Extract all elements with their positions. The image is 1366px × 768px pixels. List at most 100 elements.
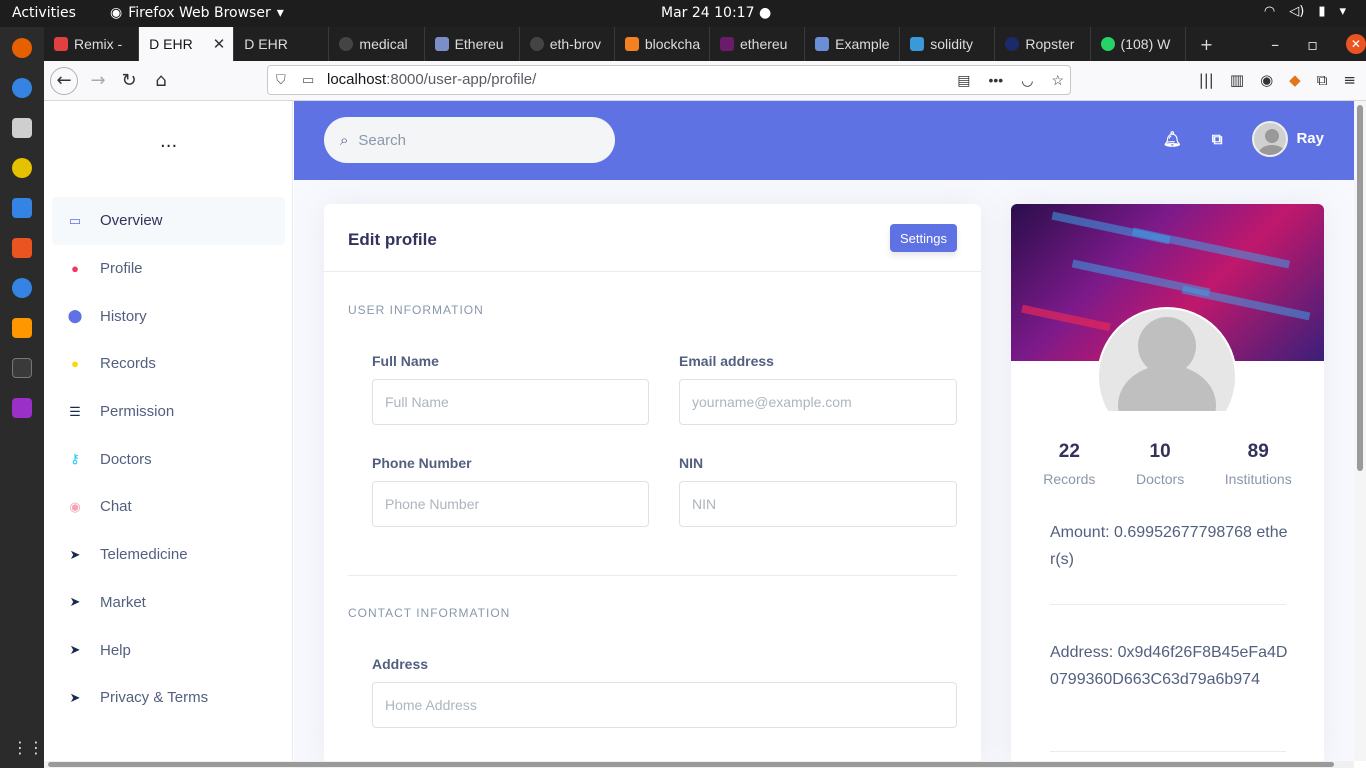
sidebar-item-market[interactable]: ➤ Market xyxy=(52,579,285,627)
thunderbird-icon[interactable] xyxy=(12,78,32,98)
bookmark-star-icon[interactable]: ☆ xyxy=(1051,66,1064,94)
phone-label: Phone Number xyxy=(372,455,472,471)
browser-tab[interactable]: Ropster xyxy=(995,27,1091,61)
app-menu[interactable]: ◉ Firefox Web Browser ▾ xyxy=(110,5,284,21)
scrollbar-thumb[interactable] xyxy=(48,762,1334,767)
dock: ⋮⋮ xyxy=(0,27,44,768)
sidebar-item-overview[interactable]: ▭ Overview xyxy=(52,197,285,245)
browser-tab[interactable]: eth-brov xyxy=(520,27,615,61)
back-arrow-icon[interactable]: ← xyxy=(50,67,78,95)
wallet-amount: Amount: 0.69952677798768 ether(s) xyxy=(1050,524,1288,568)
system-tray[interactable]: ◠ ◁) ▮ ▾ xyxy=(1264,4,1346,19)
new-tab-icon[interactable]: + xyxy=(1200,35,1213,54)
wallet-address: Address: 0x9d46f26F8B45eFa4D0799360D663C… xyxy=(1050,644,1288,688)
vertical-scrollbar[interactable] xyxy=(1354,101,1366,761)
search-input[interactable]: Search xyxy=(358,132,406,149)
sidebar-nav: ▭ Overview ● Profile ⬤ History ● Records ☰ Pe… xyxy=(52,197,285,722)
system-top-bar: Activities ◉ Firefox Web Browser ▾ Mar 2… xyxy=(0,0,1366,27)
writer-icon[interactable] xyxy=(12,198,32,218)
rhythmbox-icon[interactable] xyxy=(12,158,32,178)
extensions-icon[interactable]: ⧉ xyxy=(1317,71,1328,89)
reload-icon[interactable]: ↻ xyxy=(115,67,143,95)
search-icon: ⌕ xyxy=(340,131,349,149)
sidebar: ... ▭ Overview ● Profile ⬤ History ● Records… xyxy=(44,101,293,761)
user-name: Ray xyxy=(1296,129,1324,147)
horizontal-scrollbar[interactable] xyxy=(44,761,1354,768)
settings-button[interactable]: Settings xyxy=(890,224,957,252)
header-actions: 🔔︎ ⧉ Ray xyxy=(1163,121,1324,157)
account-icon[interactable]: ◉ xyxy=(1260,71,1273,89)
sublime-icon[interactable] xyxy=(12,318,32,338)
sidebar-item-records[interactable]: ● Records xyxy=(52,340,285,388)
send-icon: ➤ xyxy=(69,594,81,610)
browser-tab[interactable]: (108) W xyxy=(1091,27,1186,61)
email-label: Email address xyxy=(679,353,774,369)
chevron-down-icon: ▾ xyxy=(1339,4,1346,19)
tab-favicon-icon xyxy=(815,37,830,51)
bell-icon[interactable]: 🔔︎ xyxy=(1163,130,1182,148)
moon-icon xyxy=(1005,37,1020,51)
send-icon: ➤ xyxy=(69,546,81,562)
metamask-icon[interactable]: ◆ xyxy=(1289,71,1301,89)
browser-tab[interactable]: solidity xyxy=(900,27,996,61)
menu-icon[interactable]: ≡ xyxy=(1343,71,1356,89)
terminal-icon[interactable] xyxy=(12,358,32,378)
pocket-icon[interactable]: ◡ xyxy=(1021,66,1033,94)
full-name-field[interactable] xyxy=(372,379,649,425)
phone-field[interactable] xyxy=(372,481,649,527)
help-icon[interactable] xyxy=(12,278,32,298)
more-actions-icon[interactable]: ••• xyxy=(989,66,1004,94)
sidebar-item-label: History xyxy=(100,307,147,325)
apps-icon[interactable]: ⧉ xyxy=(1212,131,1223,148)
email-field[interactable] xyxy=(679,379,957,425)
sidebar-item-telemedicine[interactable]: ➤ Telemedicine xyxy=(52,531,285,579)
video-icon[interactable] xyxy=(12,398,32,418)
software-icon[interactable] xyxy=(12,238,32,258)
sidebar-item-doctors[interactable]: ⚷ Doctors xyxy=(52,435,285,483)
address-field[interactable] xyxy=(372,682,957,728)
user-menu[interactable]: Ray xyxy=(1252,121,1324,157)
forward-arrow-icon[interactable]: → xyxy=(84,67,112,95)
url-field[interactable]: ⛉ ▭ localhost:8000/user-app/profile/ ▤ •… xyxy=(267,65,1071,95)
close-window-icon[interactable]: ✕ xyxy=(1345,34,1366,54)
firefox-icon[interactable] xyxy=(12,38,32,58)
browser-tab[interactable]: medical xyxy=(329,27,425,61)
sidebar-item-history[interactable]: ⬤ History xyxy=(52,292,285,340)
sidebar-item-privacy[interactable]: ➤ Privacy & Terms xyxy=(52,674,285,722)
key-icon: ⚷ xyxy=(70,451,80,467)
top-navbar: ⌕ Search 🔔︎ ⧉ Ray xyxy=(294,101,1354,180)
url-actions: ▤ ••• ◡ ☆ xyxy=(957,66,1064,94)
maximize-icon[interactable]: ▫ xyxy=(1307,35,1318,54)
send-icon: ➤ xyxy=(69,689,81,705)
sidebar-item-profile[interactable]: ● Profile xyxy=(52,245,285,293)
reader-view-icon[interactable]: ▤ xyxy=(957,66,970,94)
browser-tab[interactable]: blockcha xyxy=(615,27,710,61)
sidebar-item-help[interactable]: ➤ Help xyxy=(52,626,285,674)
full-name-label: Full Name xyxy=(372,353,439,369)
sidebar-item-label: Help xyxy=(100,641,131,659)
clock[interactable]: Mar 24 10:17 ● xyxy=(661,5,771,21)
files-icon[interactable] xyxy=(12,118,32,138)
browser-tab[interactable]: ethereu xyxy=(710,27,806,61)
library-icon[interactable]: ||| xyxy=(1199,71,1214,89)
home-icon[interactable]: ⌂ xyxy=(147,67,175,95)
nin-field[interactable] xyxy=(679,481,957,527)
stat-institutions: 89 Institutions xyxy=(1225,441,1292,487)
sidebar-icon[interactable]: ▥ xyxy=(1230,71,1244,89)
clock-text: Mar 24 10:17 xyxy=(661,5,755,21)
scrollbar-thumb[interactable] xyxy=(1357,105,1363,471)
activities-button[interactable]: Activities xyxy=(12,5,76,21)
browser-tab[interactable]: Example xyxy=(805,27,901,61)
page-icon: ▭ xyxy=(302,72,315,87)
close-icon[interactable]: ✕ xyxy=(213,35,226,53)
tab-label: Ethereu xyxy=(454,36,504,52)
sidebar-item-chat[interactable]: ◉ Chat xyxy=(52,483,285,531)
browser-tab[interactable]: D EHR xyxy=(234,27,330,61)
browser-tab-active[interactable]: D EHR ✕ xyxy=(139,27,235,61)
sidebar-item-permission[interactable]: ☰ Permission xyxy=(52,388,285,436)
search-box[interactable]: ⌕ Search xyxy=(324,117,615,163)
minimize-icon[interactable]: – xyxy=(1271,35,1279,54)
browser-tab[interactable]: Ethereu xyxy=(425,27,520,61)
browser-tab[interactable]: Remix - xyxy=(44,27,140,61)
app-grid-icon[interactable]: ⋮⋮ xyxy=(12,738,44,758)
